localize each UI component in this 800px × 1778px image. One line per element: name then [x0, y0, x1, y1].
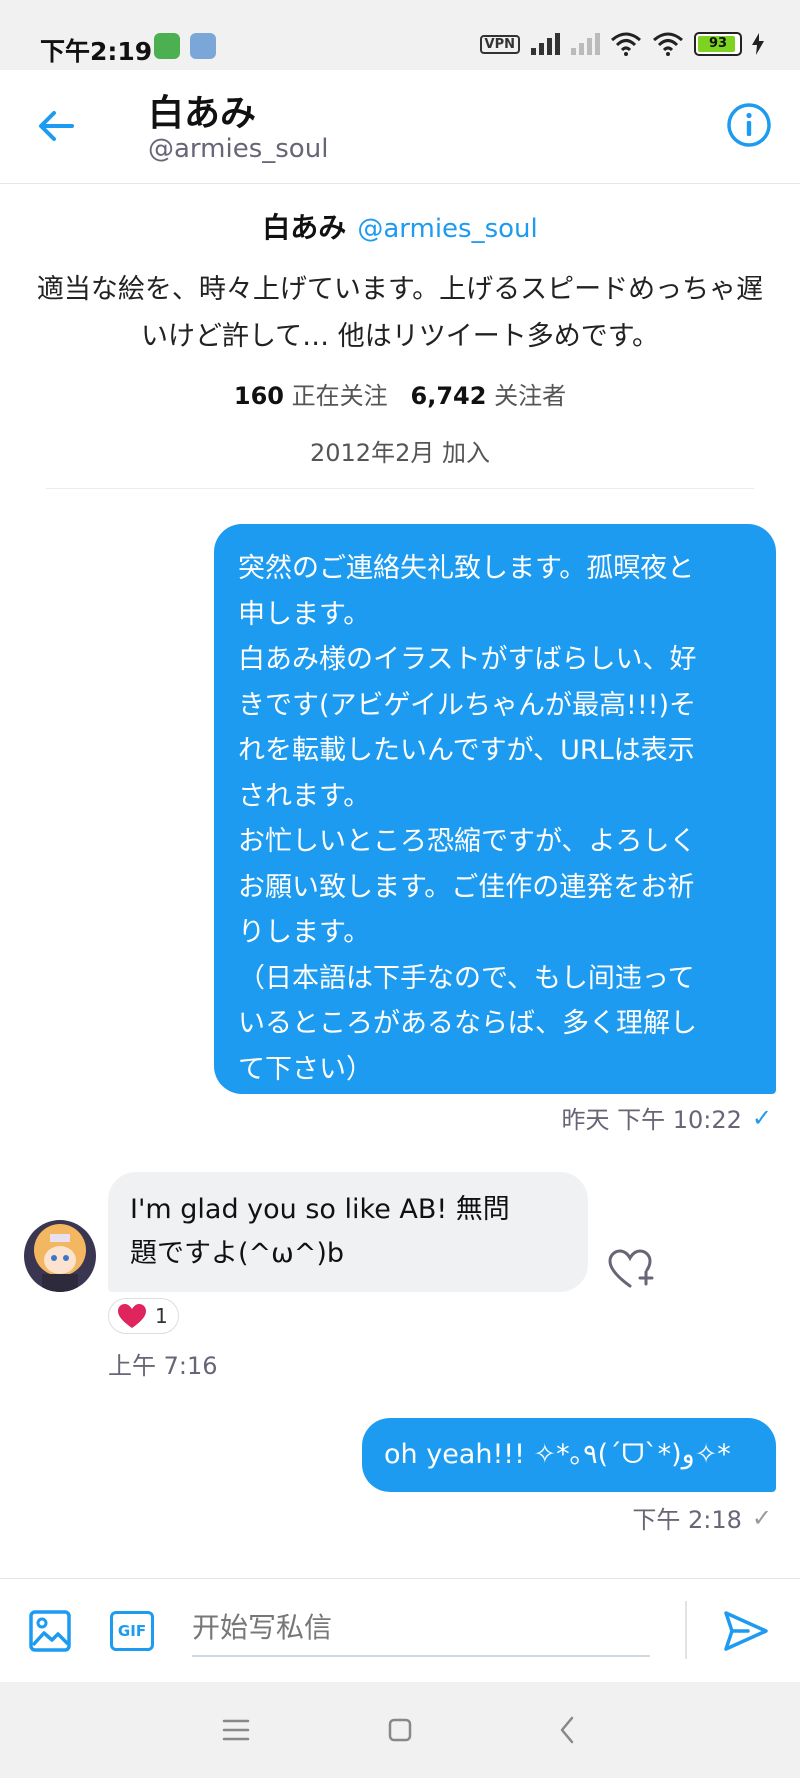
message-line: oh yeah!!! ✧*｡٩(ˊᗜˋ*)و✧* — [384, 1439, 731, 1470]
message-bubble-outgoing[interactable]: 突然のご連絡失礼致します。孤暝夜と 申します。 白あみ様のイラストがすばらしい、… — [214, 524, 776, 1094]
message-line: 突然のご連絡失礼致します。孤暝夜と — [238, 553, 695, 584]
followers-label: 关注者 — [494, 382, 567, 410]
message-time: 上午 7:16 — [108, 1352, 218, 1380]
following-label: 正在关注 — [291, 382, 388, 410]
message-bubble-outgoing[interactable]: oh yeah!!! ✧*｡٩(ˊᗜˋ*)و✧* — [362, 1418, 776, 1492]
message-line: りします。 — [238, 917, 371, 948]
send-icon[interactable] — [722, 1607, 770, 1655]
add-reaction-heart-icon[interactable] — [606, 1246, 654, 1294]
info-icon[interactable] — [726, 102, 772, 148]
system-navigation-bar — [0, 1682, 800, 1778]
reaction-badge[interactable]: 1 — [108, 1298, 179, 1334]
message-line: て下さい） — [238, 1053, 373, 1085]
header-handle: @armies_soul — [148, 134, 329, 164]
status-bar: 下午2:19 VPN 93 — [0, 0, 800, 70]
profile-joined-date: 2012年2月 加入 — [310, 439, 490, 467]
profile-summary: 白あみ @armies_soul 適当な絵を、時々上げています。上げるスピードめ… — [0, 206, 800, 468]
app-notification-icon — [154, 33, 180, 59]
home-icon[interactable] — [382, 1712, 418, 1748]
following-count: 160 — [233, 382, 284, 410]
message-line: されます。 — [238, 780, 371, 812]
followers-count: 6,742 — [410, 382, 487, 410]
profile-display-name: 白あみ — [262, 211, 347, 244]
message-timestamp: 下午 2:18 ✓ — [632, 1500, 772, 1535]
message-composer: GIF — [0, 1578, 800, 1683]
cell-signal-icon — [531, 33, 560, 55]
avatar[interactable] — [24, 1220, 96, 1292]
profile-stats: 160 正在关注 6,742 关注者 — [0, 376, 800, 411]
following-link[interactable]: 160 正在关注 — [234, 382, 388, 410]
message-bubble-incoming[interactable]: I'm glad you so like AB! 無問 題ですよ(^ω^)b — [108, 1172, 588, 1292]
wifi-icon — [611, 32, 641, 56]
message-time: 下午 2:18 — [632, 1506, 742, 1534]
battery-percent: 93 — [708, 36, 728, 51]
status-time: 下午2:19 — [40, 37, 153, 66]
back-arrow-icon[interactable] — [34, 104, 78, 148]
charging-icon — [752, 33, 764, 55]
status-indicators: VPN 93 — [479, 32, 764, 56]
message-line: いるところがあるならば、多く理解し — [238, 1008, 697, 1039]
message-input[interactable] — [192, 1599, 650, 1657]
battery-icon: 93 — [694, 32, 742, 56]
message-line: 題ですよ(^ω^)b — [130, 1238, 345, 1269]
divider — [685, 1601, 687, 1659]
message-line: きです(アビゲイルちゃんが最高!!!)そ — [238, 689, 696, 721]
wifi-icon — [653, 32, 683, 56]
message-line: 白あみ様のイラストがすばらしい、好 — [238, 644, 697, 675]
avatar-image — [24, 1220, 96, 1292]
message-timestamp: 昨天 下午 10:22 ✓ — [561, 1100, 772, 1135]
vpn-icon: VPN — [479, 34, 520, 54]
heart-icon — [118, 1304, 146, 1328]
profile-title: 白あみ @armies_soul — [0, 206, 800, 246]
message-line: （日本語は下手なので、もし间违って — [238, 962, 695, 994]
back-icon[interactable] — [550, 1712, 586, 1748]
profile-handle[interactable]: @armies_soul — [357, 214, 537, 244]
image-icon[interactable] — [28, 1609, 72, 1653]
profile-bio: 適当な絵を、時々上げています。上げるスピードめっちゃ遅いけど許して… 他はリツイ… — [36, 274, 764, 352]
reaction-count: 1 — [155, 1304, 168, 1328]
divider — [46, 488, 754, 489]
message-timestamp: 上午 7:16 — [108, 1346, 218, 1381]
message-line: お願い致します。ご佳作の連発をお祈 — [238, 871, 695, 903]
gif-button[interactable]: GIF — [110, 1611, 154, 1651]
message-line: れを転載したいんですが、URLは表示 — [238, 735, 695, 766]
conversation-header: 白あみ @armies_soul — [0, 70, 800, 184]
menu-icon[interactable] — [218, 1712, 254, 1748]
message-line: I'm glad you so like AB! 無問 — [130, 1194, 510, 1225]
message-line: お忙しいところ恐縮ですが、よろしく — [238, 826, 697, 857]
check-icon: ✓ — [751, 1103, 772, 1132]
followers-link[interactable]: 6,742 关注者 — [411, 382, 567, 410]
message-time: 昨天 下午 10:22 — [561, 1106, 742, 1134]
message-line: 申します。 — [238, 598, 371, 630]
app-notification-icon — [190, 33, 216, 59]
check-icon: ✓ — [751, 1503, 772, 1532]
cell-signal-off-icon — [571, 33, 600, 55]
header-display-name: 白あみ — [148, 93, 257, 134]
